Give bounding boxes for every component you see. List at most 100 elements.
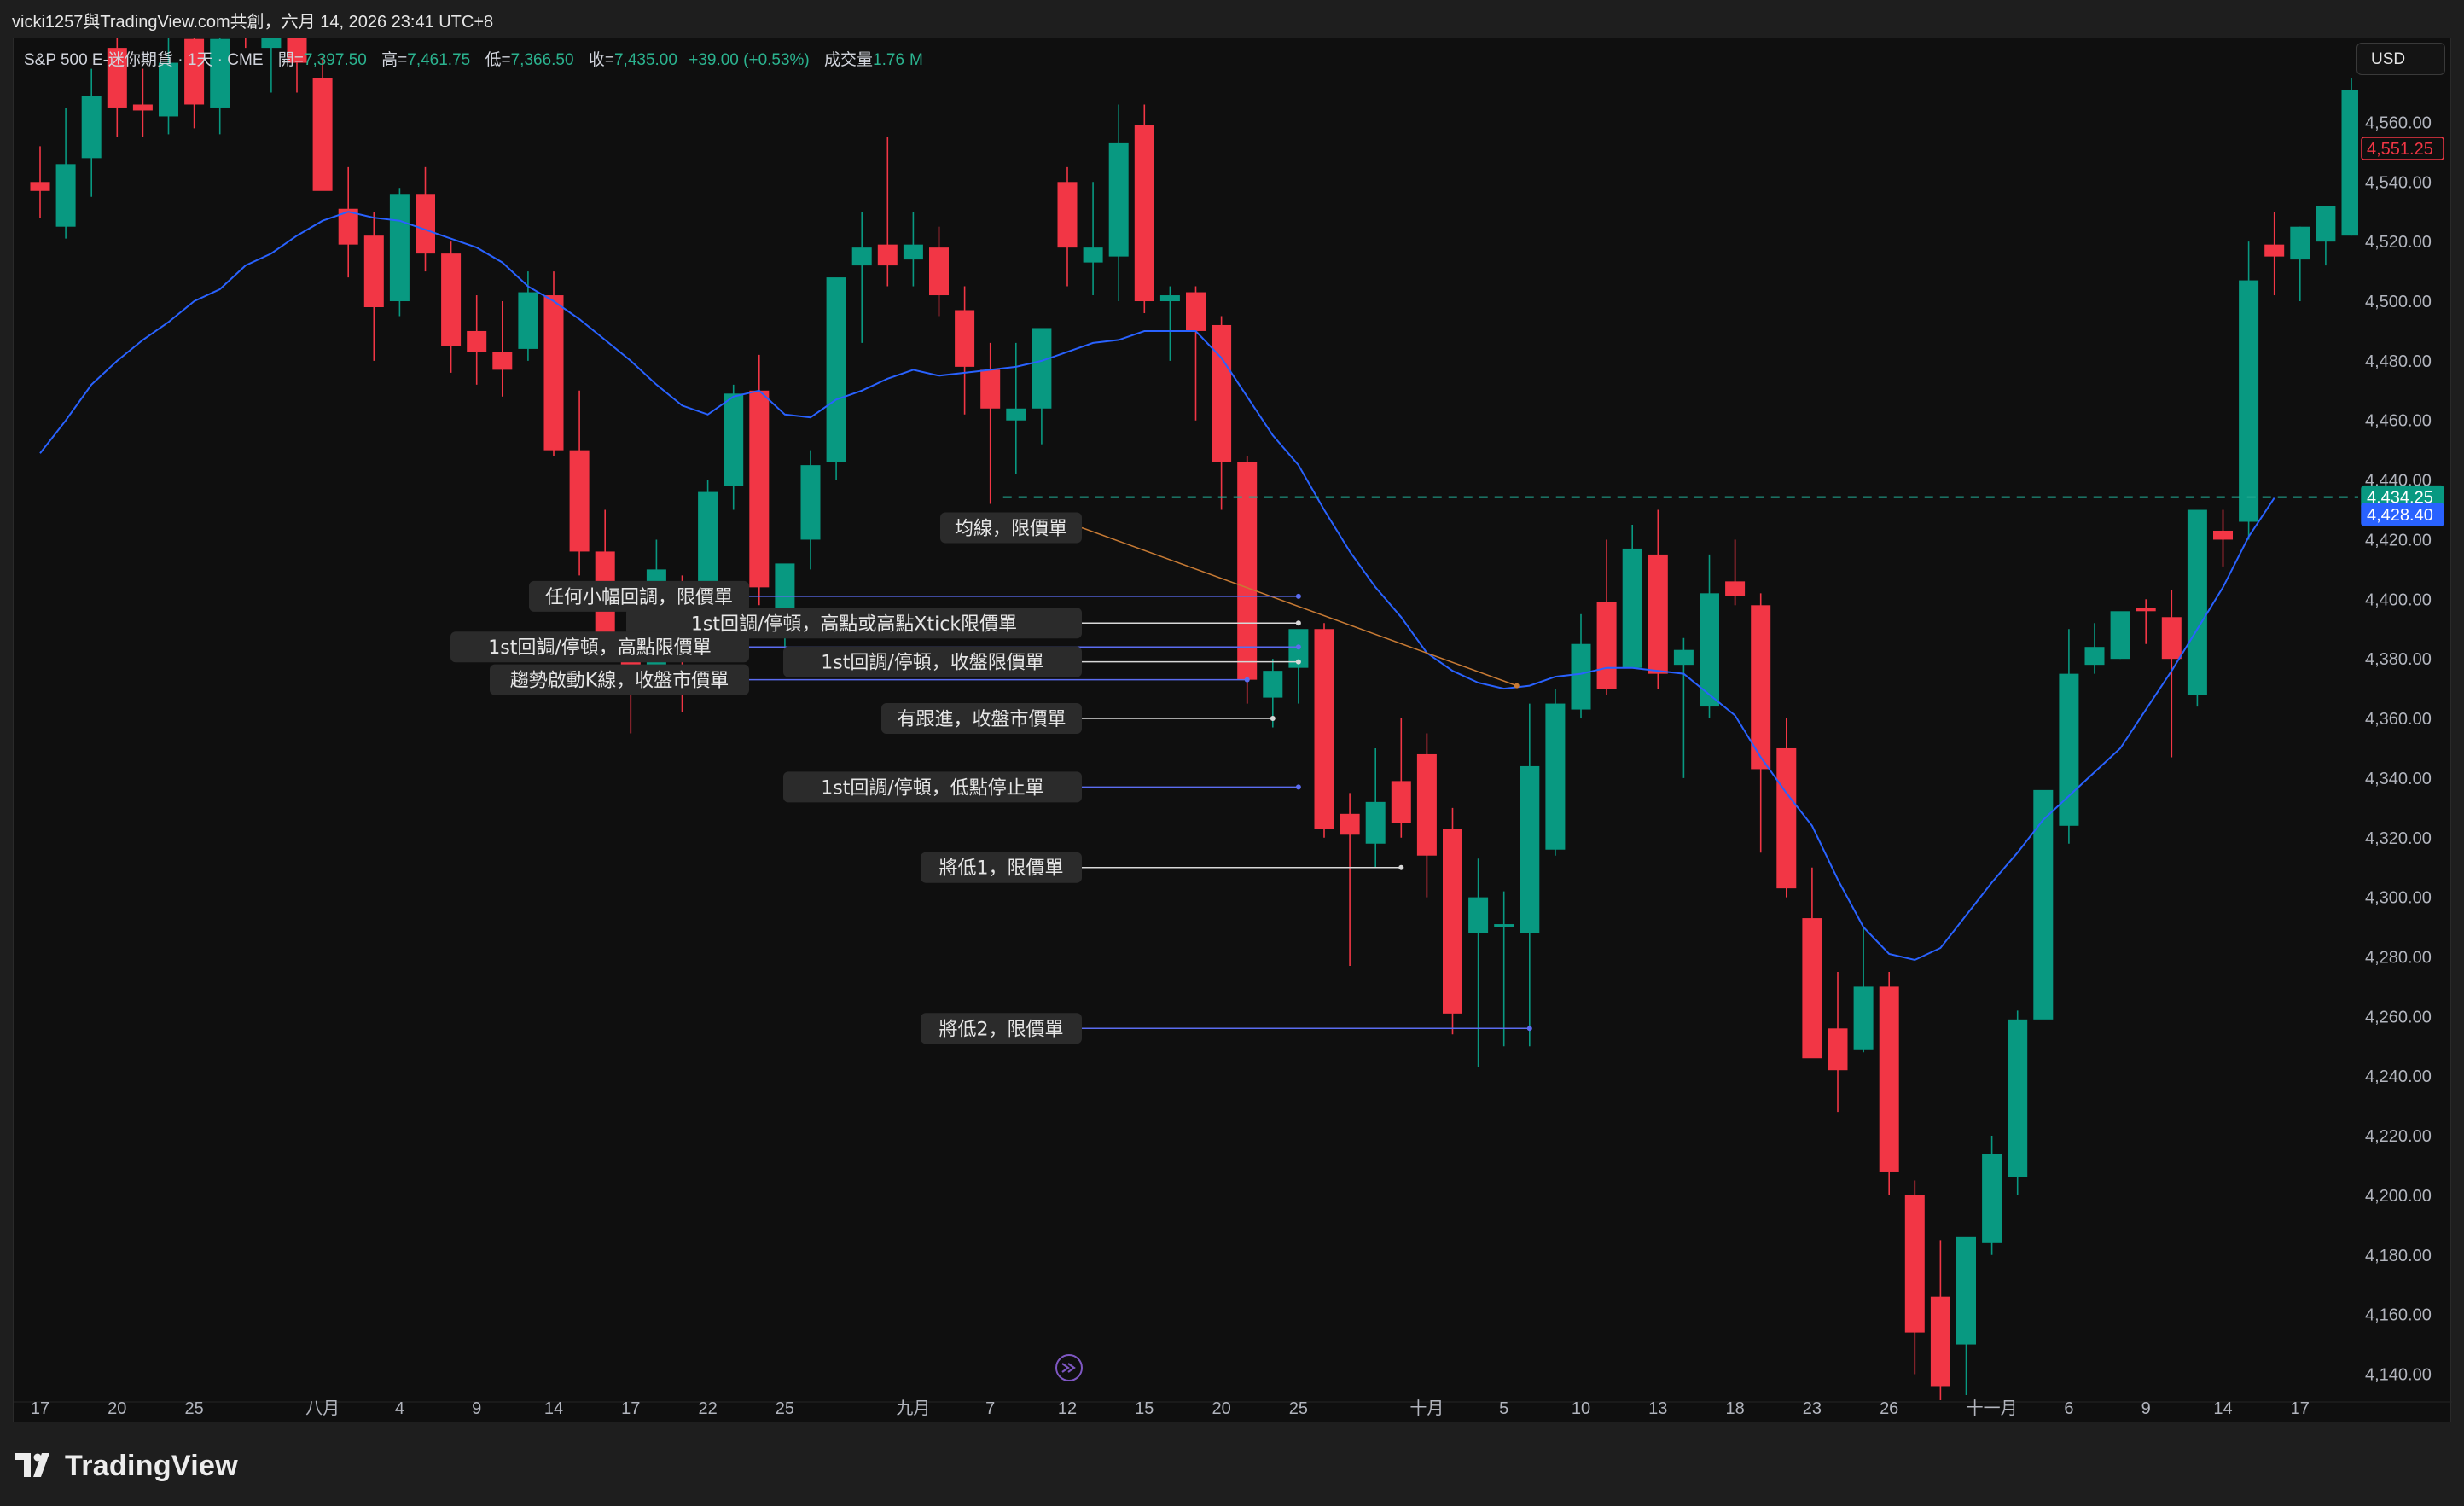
- x-tick-label: 十月: [1409, 1398, 1444, 1418]
- x-tick-label: 25: [776, 1399, 794, 1418]
- candle-body: [1673, 649, 1694, 666]
- x-tick-label: 6: [2064, 1399, 2073, 1418]
- candle-body: [724, 393, 744, 486]
- y-tick-label: 4,420.00: [2365, 531, 2432, 549]
- x-tick-label: 22: [698, 1399, 717, 1418]
- x-tick-label: 25: [1289, 1399, 1308, 1418]
- candle-body: [1904, 1195, 1925, 1333]
- x-tick-label: 25: [184, 1399, 203, 1418]
- candle-body: [1545, 703, 1566, 850]
- candle-body: [826, 277, 846, 462]
- candle-body: [2033, 789, 2054, 1020]
- candle-body: [1648, 554, 1668, 674]
- y-tick-label: 4,400.00: [2365, 590, 2432, 609]
- annotation-label: 將低2，限價單: [939, 1019, 1064, 1040]
- candle-body: [1365, 801, 1386, 844]
- ohlc-legend: S&P 500 E-迷你期貨 · 1天 · CME 開=7,397.50 高=7…: [24, 47, 923, 70]
- candle-body: [2110, 611, 2130, 660]
- chart-pane[interactable]: 4,140.00 4,160.00 4,180.00 4,200.00 4,220.00…: [13, 38, 2452, 1423]
- annotation-anchor: [1514, 683, 1520, 689]
- moving-average-line: [39, 211, 2275, 962]
- candle-body: [1391, 781, 1411, 823]
- candle-body: [2264, 244, 2285, 257]
- x-tick-label: 20: [108, 1399, 126, 1418]
- candle-body: [1879, 986, 1899, 1172]
- x-tick-label: 14: [2213, 1399, 2232, 1418]
- candle-body: [800, 465, 821, 540]
- price-badge-label: 4,428.40: [2367, 506, 2433, 525]
- price-badge-label: 4,551.25: [2367, 140, 2433, 159]
- candle-body: [1828, 1028, 1848, 1071]
- annotation-anchor: [1398, 864, 1404, 870]
- y-tick-label: 4,300.00: [2365, 889, 2432, 908]
- x-tick-label: 9: [2141, 1399, 2151, 1418]
- candle-body: [467, 330, 487, 352]
- legend-open-label: 開=: [277, 51, 304, 69]
- annotation-anchor: [1244, 677, 1250, 683]
- y-tick-label: 4,260.00: [2365, 1008, 2432, 1026]
- x-tick-label: 20: [1212, 1399, 1230, 1418]
- candle-body: [877, 244, 898, 266]
- candle-body: [1108, 142, 1129, 257]
- candle-body: [1186, 292, 1206, 331]
- candle-body: [2239, 280, 2259, 522]
- candle-body: [1520, 765, 1540, 933]
- y-tick-label: 4,540.00: [2365, 173, 2432, 192]
- x-tick-label: 12: [1058, 1399, 1077, 1418]
- annotation-label: 均線，限價單: [955, 518, 1067, 539]
- currency-button[interactable]: USD: [2356, 43, 2445, 75]
- x-tick-label: 4: [395, 1399, 404, 1418]
- candle-body: [30, 182, 50, 191]
- candle-body: [955, 310, 975, 367]
- candle-body: [492, 352, 513, 370]
- legend-volume: 1.76: [873, 51, 905, 69]
- y-tick-label: 4,160.00: [2365, 1306, 2432, 1325]
- legend-symbol[interactable]: S&P 500 E-迷你期貨 · 1天 · CME: [24, 51, 264, 69]
- y-tick-label: 4,200.00: [2365, 1187, 2432, 1206]
- price-badges: 4,551.254,434.254,428.40: [2361, 137, 2444, 526]
- candle-body: [2136, 608, 2156, 612]
- candle-body: [1494, 924, 1514, 927]
- candle-body: [980, 369, 1001, 409]
- y-tick-label: 4,560.00: [2365, 113, 2432, 132]
- annotation-anchor: [1295, 620, 1301, 626]
- x-tick-label: 5: [1499, 1399, 1508, 1418]
- go-to-realtime-icon[interactable]: [1055, 1354, 1083, 1381]
- candle-body: [416, 194, 435, 254]
- candle-body: [389, 194, 410, 302]
- share-caption: vicki1257與TradingView.com共創，六月 14, 2026 …: [12, 13, 494, 32]
- tradingview-logo[interactable]: TradingView: [15, 1447, 238, 1485]
- candle-body: [1159, 295, 1180, 302]
- x-tick-label: 17: [621, 1399, 640, 1418]
- candle-body: [312, 78, 333, 191]
- candle-body: [1443, 829, 1462, 1014]
- legend-low: 7,366.50: [510, 51, 574, 69]
- candle-body: [2187, 509, 2207, 695]
- y-tick-label: 4,180.00: [2365, 1247, 2432, 1265]
- candle-body: [2290, 226, 2310, 260]
- x-tick-label: 八月: [305, 1399, 340, 1418]
- candle-body: [1057, 182, 1078, 248]
- y-tick-label: 4,380.00: [2365, 650, 2432, 669]
- candle-body: [159, 62, 178, 117]
- candle-body: [1468, 897, 1489, 933]
- y-tick-label: 4,140.00: [2365, 1366, 2432, 1385]
- annotation-label: 有跟進，收盤市價單: [897, 709, 1066, 730]
- candle-body: [1032, 328, 1052, 409]
- x-tick-label: 13: [1648, 1399, 1667, 1418]
- tradingview-logo-icon: [15, 1453, 49, 1477]
- candle-body: [1083, 247, 1103, 263]
- candle-body: [55, 164, 76, 227]
- y-tick-label: 4,280.00: [2365, 948, 2432, 967]
- x-tick-label: 26: [1880, 1399, 1898, 1418]
- x-tick-label: 17: [2291, 1399, 2310, 1418]
- legend-high-label: 高=: [381, 51, 408, 69]
- candlestick-chart[interactable]: 4,140.00 4,160.00 4,180.00 4,200.00 4,220.00…: [14, 38, 2452, 1423]
- candle-body: [1776, 747, 1797, 889]
- annotation-label: 任何小幅回調，限價單: [545, 587, 733, 608]
- candle-body: [1802, 918, 1822, 1059]
- x-tick-label: 7: [985, 1399, 995, 1418]
- candle-body: [1982, 1154, 2002, 1243]
- x-tick-label: 10: [1572, 1399, 1590, 1418]
- candle-body: [2084, 647, 2105, 666]
